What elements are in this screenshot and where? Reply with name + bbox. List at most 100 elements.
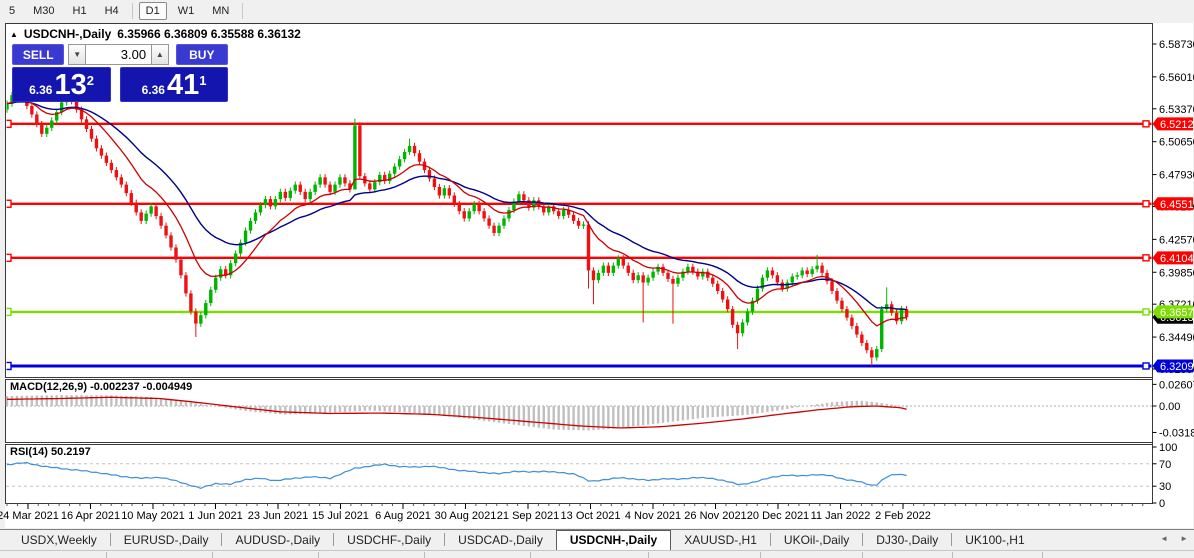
candle-body <box>40 124 43 134</box>
price-badge: 6.41043 <box>1153 251 1194 265</box>
volume-decrease-button[interactable]: ▼ <box>68 44 86 65</box>
candle-body <box>627 266 630 273</box>
candle-body <box>244 231 247 243</box>
candle-body <box>60 102 63 112</box>
candle-body <box>249 221 252 231</box>
candle-body <box>487 218 490 225</box>
line-right-handle[interactable] <box>1143 121 1149 127</box>
candle-body <box>805 270 808 274</box>
gutter-separator <box>106 552 107 558</box>
candle-body <box>169 235 172 247</box>
candle-body <box>632 273 635 280</box>
rsi-tick-label: 0 <box>1159 498 1165 510</box>
spinner-up-icon: ▲ <box>156 50 164 59</box>
candle-body <box>716 284 719 291</box>
tab-scroll-right-icon[interactable]: ► <box>1180 534 1188 543</box>
tab-scroll-left-icon[interactable]: ◄ <box>1160 534 1168 543</box>
candle-body <box>313 185 316 192</box>
tab-dj30-daily[interactable]: DJ30-,Daily <box>863 531 951 550</box>
sell-price-box[interactable]: 6.36 13 2 <box>12 67 111 102</box>
sell-button[interactable]: SELL <box>12 44 64 65</box>
volume-input[interactable]: 3.00 <box>86 44 151 65</box>
candle-body <box>562 210 565 216</box>
candle-body <box>95 139 98 149</box>
tab-ukoil-daily[interactable]: UKOil-,Daily <box>771 531 862 550</box>
gutter-separator <box>862 552 863 558</box>
candle-body <box>174 247 177 259</box>
tab-usdchf-daily[interactable]: USDCHF-,Daily <box>334 531 444 550</box>
candle-body <box>592 270 595 280</box>
candle-body <box>830 281 833 291</box>
sell-price-pip: 2 <box>87 73 94 88</box>
candle-body <box>900 309 903 321</box>
tab-xauusd-h1[interactable]: XAUUSD-,H1 <box>671 531 770 550</box>
tab-eurusd-daily[interactable]: EURUSD-,Daily <box>111 531 222 550</box>
candle-body <box>35 114 38 124</box>
line-right-handle[interactable] <box>1143 255 1149 261</box>
chart-title: ▲ USDCNH-,Daily 6.35966 6.36809 6.35588 … <box>10 27 301 41</box>
candle-body <box>721 291 724 299</box>
candle-body <box>840 301 843 309</box>
collapse-icon[interactable]: ▲ <box>10 30 18 39</box>
candle-body <box>801 270 804 275</box>
candle-body <box>810 269 813 274</box>
candle-body <box>269 199 272 206</box>
candle-body <box>870 350 873 357</box>
tab-audusd-daily[interactable]: AUDUSD-,Daily <box>222 531 333 550</box>
candle-body <box>443 188 446 195</box>
price-badge: 6.32098 <box>1153 359 1194 373</box>
candle-body <box>468 211 471 218</box>
candle-body <box>651 272 654 278</box>
candle-body <box>617 258 620 265</box>
candle-body <box>472 204 475 211</box>
tab-usdcad-daily[interactable]: USDCAD-,Daily <box>445 531 556 550</box>
candle-body <box>343 177 346 183</box>
gutter-separator <box>318 552 319 558</box>
sell-price-big: 13 <box>54 71 86 100</box>
ohlc-quotes: 6.35966 6.36809 6.35588 6.36132 <box>117 27 301 41</box>
candle-body <box>477 204 480 211</box>
candle-body <box>204 303 207 315</box>
candle-body <box>318 177 321 184</box>
tab-usdx-weekly[interactable]: USDX,Weekly <box>8 531 110 550</box>
gutter-separator <box>760 552 761 558</box>
volume-increase-button[interactable]: ▲ <box>151 44 169 65</box>
candle-body <box>602 266 605 273</box>
candle-body <box>144 214 147 221</box>
candle-body <box>90 129 93 139</box>
tab-usdcnh-daily[interactable]: USDCNH-,Daily <box>556 530 671 550</box>
tab-uk100-h1[interactable]: UK100-,H1 <box>952 531 1037 550</box>
line-right-handle[interactable] <box>1143 201 1149 207</box>
candle-body <box>676 278 679 284</box>
candle-body <box>796 275 799 276</box>
candle-body <box>154 206 157 216</box>
line-right-handle[interactable] <box>1143 309 1149 315</box>
buy-price-box[interactable]: 6.36 41 1 <box>120 67 228 102</box>
candle-body <box>184 275 187 293</box>
candle-body <box>741 322 744 333</box>
candle-body <box>636 275 639 280</box>
candle-body <box>776 275 779 282</box>
candle-body <box>308 192 311 199</box>
candle-body <box>403 152 406 159</box>
candle-body <box>691 267 694 272</box>
candle-body <box>135 203 138 213</box>
candle-body <box>299 185 302 192</box>
price-tick-label: 6.34490 <box>1159 332 1194 344</box>
spinner-down-icon: ▼ <box>73 50 81 59</box>
candle-body <box>463 211 466 218</box>
candle-body <box>587 225 590 271</box>
rsi-tick-label: 30 <box>1159 481 1171 493</box>
price-badge-label: 6.52126 <box>1160 119 1194 131</box>
candle-body <box>254 212 257 220</box>
price-tick-label: 6.42570 <box>1159 234 1194 246</box>
candle-body <box>492 226 495 233</box>
buy-button[interactable]: BUY <box>176 44 228 65</box>
candle-body <box>149 206 152 213</box>
candle-body <box>115 170 118 177</box>
candle-body <box>791 276 794 282</box>
macd-indicator-label: MACD(12,26,9) -0.002237 -0.004949 <box>10 381 192 393</box>
buy-price-pip: 1 <box>199 73 206 88</box>
line-right-handle[interactable] <box>1143 363 1149 369</box>
rsi-tick-label: 100 <box>1159 442 1177 454</box>
